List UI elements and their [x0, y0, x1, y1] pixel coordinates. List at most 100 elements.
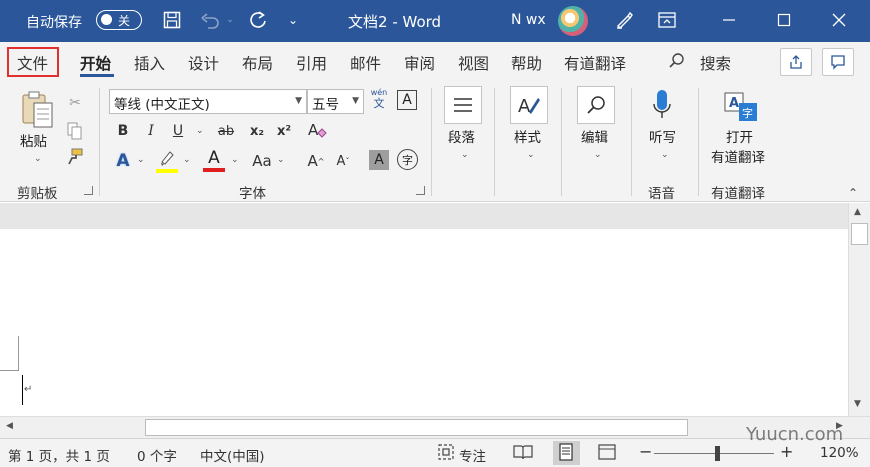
autosave-toggle[interactable]: 关: [96, 10, 142, 30]
paragraph-button[interactable]: [444, 86, 482, 124]
title-separator: -: [387, 13, 403, 31]
paragraph-dropdown-icon[interactable]: ⌄: [461, 150, 469, 160]
paragraph-label[interactable]: 段落: [448, 128, 475, 148]
font-color-dropdown-icon[interactable]: ⌄: [231, 155, 239, 165]
vertical-scrollbar[interactable]: ▲ ▼: [848, 203, 870, 416]
close-icon[interactable]: [827, 8, 851, 32]
print-layout-icon[interactable]: [558, 443, 574, 465]
change-case-dropdown-icon[interactable]: ⌄: [277, 155, 285, 165]
save-icon[interactable]: [160, 8, 184, 32]
tab-view[interactable]: 视图: [458, 52, 489, 74]
text-effects-button[interactable]: A: [113, 149, 133, 173]
word-count[interactable]: 0 个字: [137, 445, 177, 465]
format-painter-icon[interactable]: [65, 146, 85, 168]
minimize-icon[interactable]: [717, 8, 741, 32]
open-youdao-line2[interactable]: 有道翻译: [711, 148, 765, 168]
horizontal-scroll-thumb[interactable]: [145, 419, 688, 436]
highlight-button[interactable]: [156, 149, 178, 173]
dictate-label[interactable]: 听写: [649, 128, 676, 148]
vertical-scroll-thumb[interactable]: [851, 223, 868, 245]
chevron-down-icon: ▼: [352, 96, 359, 106]
paste-dropdown-icon[interactable]: ⌄: [34, 154, 42, 164]
open-youdao-line1[interactable]: 打开: [726, 128, 753, 148]
scroll-left-icon[interactable]: ◀: [6, 421, 13, 431]
copy-icon[interactable]: [65, 120, 85, 142]
zoom-slider-thumb[interactable]: [715, 446, 720, 461]
undo-dropdown-icon[interactable]: ⌄: [218, 8, 242, 32]
paste-icon[interactable]: [19, 88, 55, 130]
microphone-icon[interactable]: [650, 88, 674, 126]
user-name[interactable]: N wx: [511, 12, 546, 28]
shrink-font-button[interactable]: Aˇ: [333, 149, 353, 173]
tab-help[interactable]: 帮助: [511, 52, 542, 74]
horizontal-scrollbar[interactable]: ◀ ▶: [0, 416, 870, 438]
font-color-button[interactable]: A: [203, 148, 225, 173]
customize-toolbar-icon[interactable]: ⌄: [281, 8, 305, 32]
editing-button[interactable]: [577, 86, 615, 124]
styles-dropdown-icon[interactable]: ⌄: [527, 150, 535, 160]
focus-label[interactable]: 专注: [459, 445, 486, 465]
tab-home[interactable]: 开始: [80, 52, 111, 74]
focus-icon[interactable]: [437, 443, 455, 465]
paste-label[interactable]: 粘贴: [20, 132, 47, 152]
tab-youdao[interactable]: 有道翻译: [564, 52, 626, 74]
highlight-dropdown-icon[interactable]: ⌄: [183, 155, 191, 165]
pen-icon[interactable]: [612, 8, 636, 32]
char-shading-button[interactable]: A: [369, 150, 389, 170]
tab-mailings[interactable]: 邮件: [350, 52, 381, 74]
text-effects-dropdown-icon[interactable]: ⌄: [137, 155, 145, 165]
change-case-button[interactable]: Aa: [249, 149, 275, 173]
zoom-level[interactable]: 120%: [820, 445, 859, 461]
dictate-dropdown-icon[interactable]: ⌄: [661, 150, 669, 160]
grow-font-button[interactable]: A ^: [306, 149, 326, 173]
scroll-down-icon[interactable]: ▼: [854, 399, 861, 409]
clear-formatting-icon[interactable]: A: [307, 119, 327, 141]
read-mode-icon[interactable]: [513, 443, 533, 465]
group-separator: [631, 88, 632, 196]
ribbon-display-icon[interactable]: [655, 8, 679, 32]
tab-insert[interactable]: 插入: [134, 52, 165, 74]
search-icon[interactable]: [668, 52, 686, 74]
font-dialog-launcher[interactable]: [416, 186, 425, 195]
share-button[interactable]: [780, 48, 812, 76]
tab-design[interactable]: 设计: [188, 52, 219, 74]
web-layout-icon[interactable]: [598, 443, 616, 465]
redo-icon[interactable]: [246, 8, 270, 32]
avatar[interactable]: [558, 6, 588, 36]
styles-button[interactable]: A: [510, 86, 548, 124]
bold-button[interactable]: B: [113, 119, 133, 143]
scroll-up-icon[interactable]: ▲: [854, 207, 861, 217]
enclose-char-button[interactable]: 字: [397, 149, 418, 170]
tab-review[interactable]: 审阅: [404, 52, 435, 74]
zoom-out-icon[interactable]: −: [639, 442, 652, 461]
tab-references[interactable]: 引用: [296, 52, 327, 74]
font-color-bar: [203, 168, 225, 172]
active-tab-underline: [80, 74, 114, 77]
collapse-ribbon-icon[interactable]: ⌃: [848, 186, 858, 200]
cut-icon[interactable]: ✂: [65, 92, 85, 114]
font-size-combo[interactable]: 五号 ▼: [307, 89, 364, 114]
language-status[interactable]: 中文(中国): [200, 445, 265, 465]
search-label[interactable]: 搜索: [700, 52, 731, 74]
clipboard-dialog-launcher[interactable]: [84, 186, 93, 195]
char-border-button[interactable]: A: [397, 90, 417, 110]
editing-dropdown-icon[interactable]: ⌄: [594, 150, 602, 160]
comments-button[interactable]: [822, 48, 854, 76]
phonetic-char: 文: [373, 97, 385, 110]
editing-label[interactable]: 编辑: [581, 128, 608, 148]
underline-button[interactable]: U: [168, 119, 188, 143]
maximize-icon[interactable]: [772, 8, 796, 32]
translate-icon[interactable]: A字: [722, 90, 760, 124]
superscript-button[interactable]: x²: [273, 119, 295, 143]
phonetic-guide-button[interactable]: wén 文: [369, 88, 389, 114]
strikethrough-button[interactable]: ab: [214, 119, 238, 143]
zoom-slider[interactable]: [654, 453, 774, 454]
styles-label[interactable]: 样式: [514, 128, 541, 148]
subscript-button[interactable]: x₂: [246, 119, 268, 143]
font-name-combo[interactable]: 等线 (中文正文) ▼: [109, 89, 307, 114]
tab-layout[interactable]: 布局: [242, 52, 273, 74]
document-canvas[interactable]: [0, 203, 848, 416]
underline-dropdown-icon[interactable]: ⌄: [196, 126, 204, 136]
page-count[interactable]: 第 1 页，共 1 页: [8, 445, 110, 465]
italic-button[interactable]: I: [141, 119, 161, 143]
